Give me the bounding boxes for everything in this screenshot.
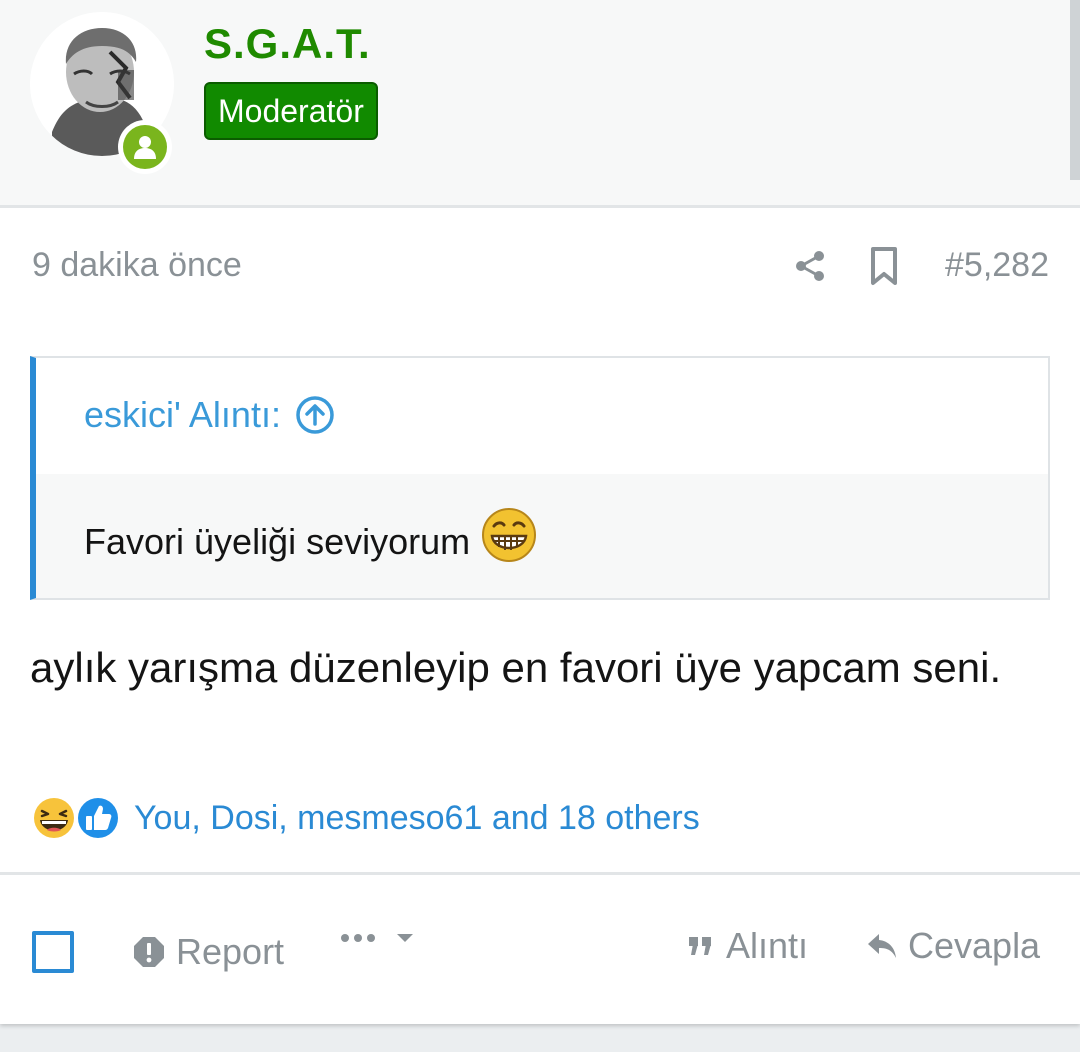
quote-block: eskici' Alıntı: Favori üyeliği seviyorum [30,356,1050,600]
quote-button[interactable]: Alıntı [688,925,808,967]
grin-emoji-icon [482,508,537,562]
post-meta: 9 dakika önce #5,282 [0,240,1080,292]
user-online-icon [134,136,156,159]
scrollbar-thumb[interactable] [1070,0,1080,180]
quote-header: eskici' Alıntı: [36,358,1048,474]
reply-label: Cevapla [908,925,1041,966]
role-badge: Moderatör [204,82,378,140]
username[interactable]: S.G.A.T. [204,20,371,68]
report-label: Report [176,931,285,972]
reaction-users-link[interactable]: You, Dosi, mesmeso61 and 18 others [134,799,700,838]
select-post-checkbox[interactable] [32,931,74,973]
quote-body: Favori üyeliği seviyorum [36,474,1048,598]
quote-author-link[interactable]: eskici' Alıntı: [84,394,335,436]
online-status-indicator [118,120,172,174]
more-options-button[interactable] [340,933,414,943]
forum-post: S.G.A.T. Moderatör 9 dakika önce #5,282 … [0,0,1080,1024]
report-button[interactable]: Report [132,931,284,973]
report-warning-icon [134,937,164,967]
reactions-bar[interactable]: You, Dosi, mesmeso61 and 18 others [30,790,700,846]
post-number[interactable]: #5,282 [945,246,1049,285]
quote-content: Favori üyeliği seviyorum [84,508,538,564]
quote-author-label: eskici' Alıntı: [84,394,281,435]
post-user-header: S.G.A.T. Moderatör [0,0,1080,208]
share-icon[interactable] [792,248,828,284]
haha-emoji-icon [31,795,77,841]
quote-marks-icon [689,937,711,955]
arrow-up-circle-icon [296,396,334,434]
bookmark-icon[interactable] [866,246,902,286]
ellipsis-icon [341,934,375,942]
post-actions: Report Alıntı Cevapla [0,872,1080,1024]
post-timestamp[interactable]: 9 dakika önce [32,246,242,285]
chevron-down-icon [397,934,413,942]
quote-text: Favori üyeliği seviyorum [84,521,471,562]
reply-button[interactable]: Cevapla [866,925,1040,967]
reply-arrow-icon [868,934,896,958]
quote-label: Alıntı [726,925,809,966]
post-message: aylık yarışma düzenleyip en favori üye y… [30,644,1002,691]
like-thumb-icon [75,795,121,841]
